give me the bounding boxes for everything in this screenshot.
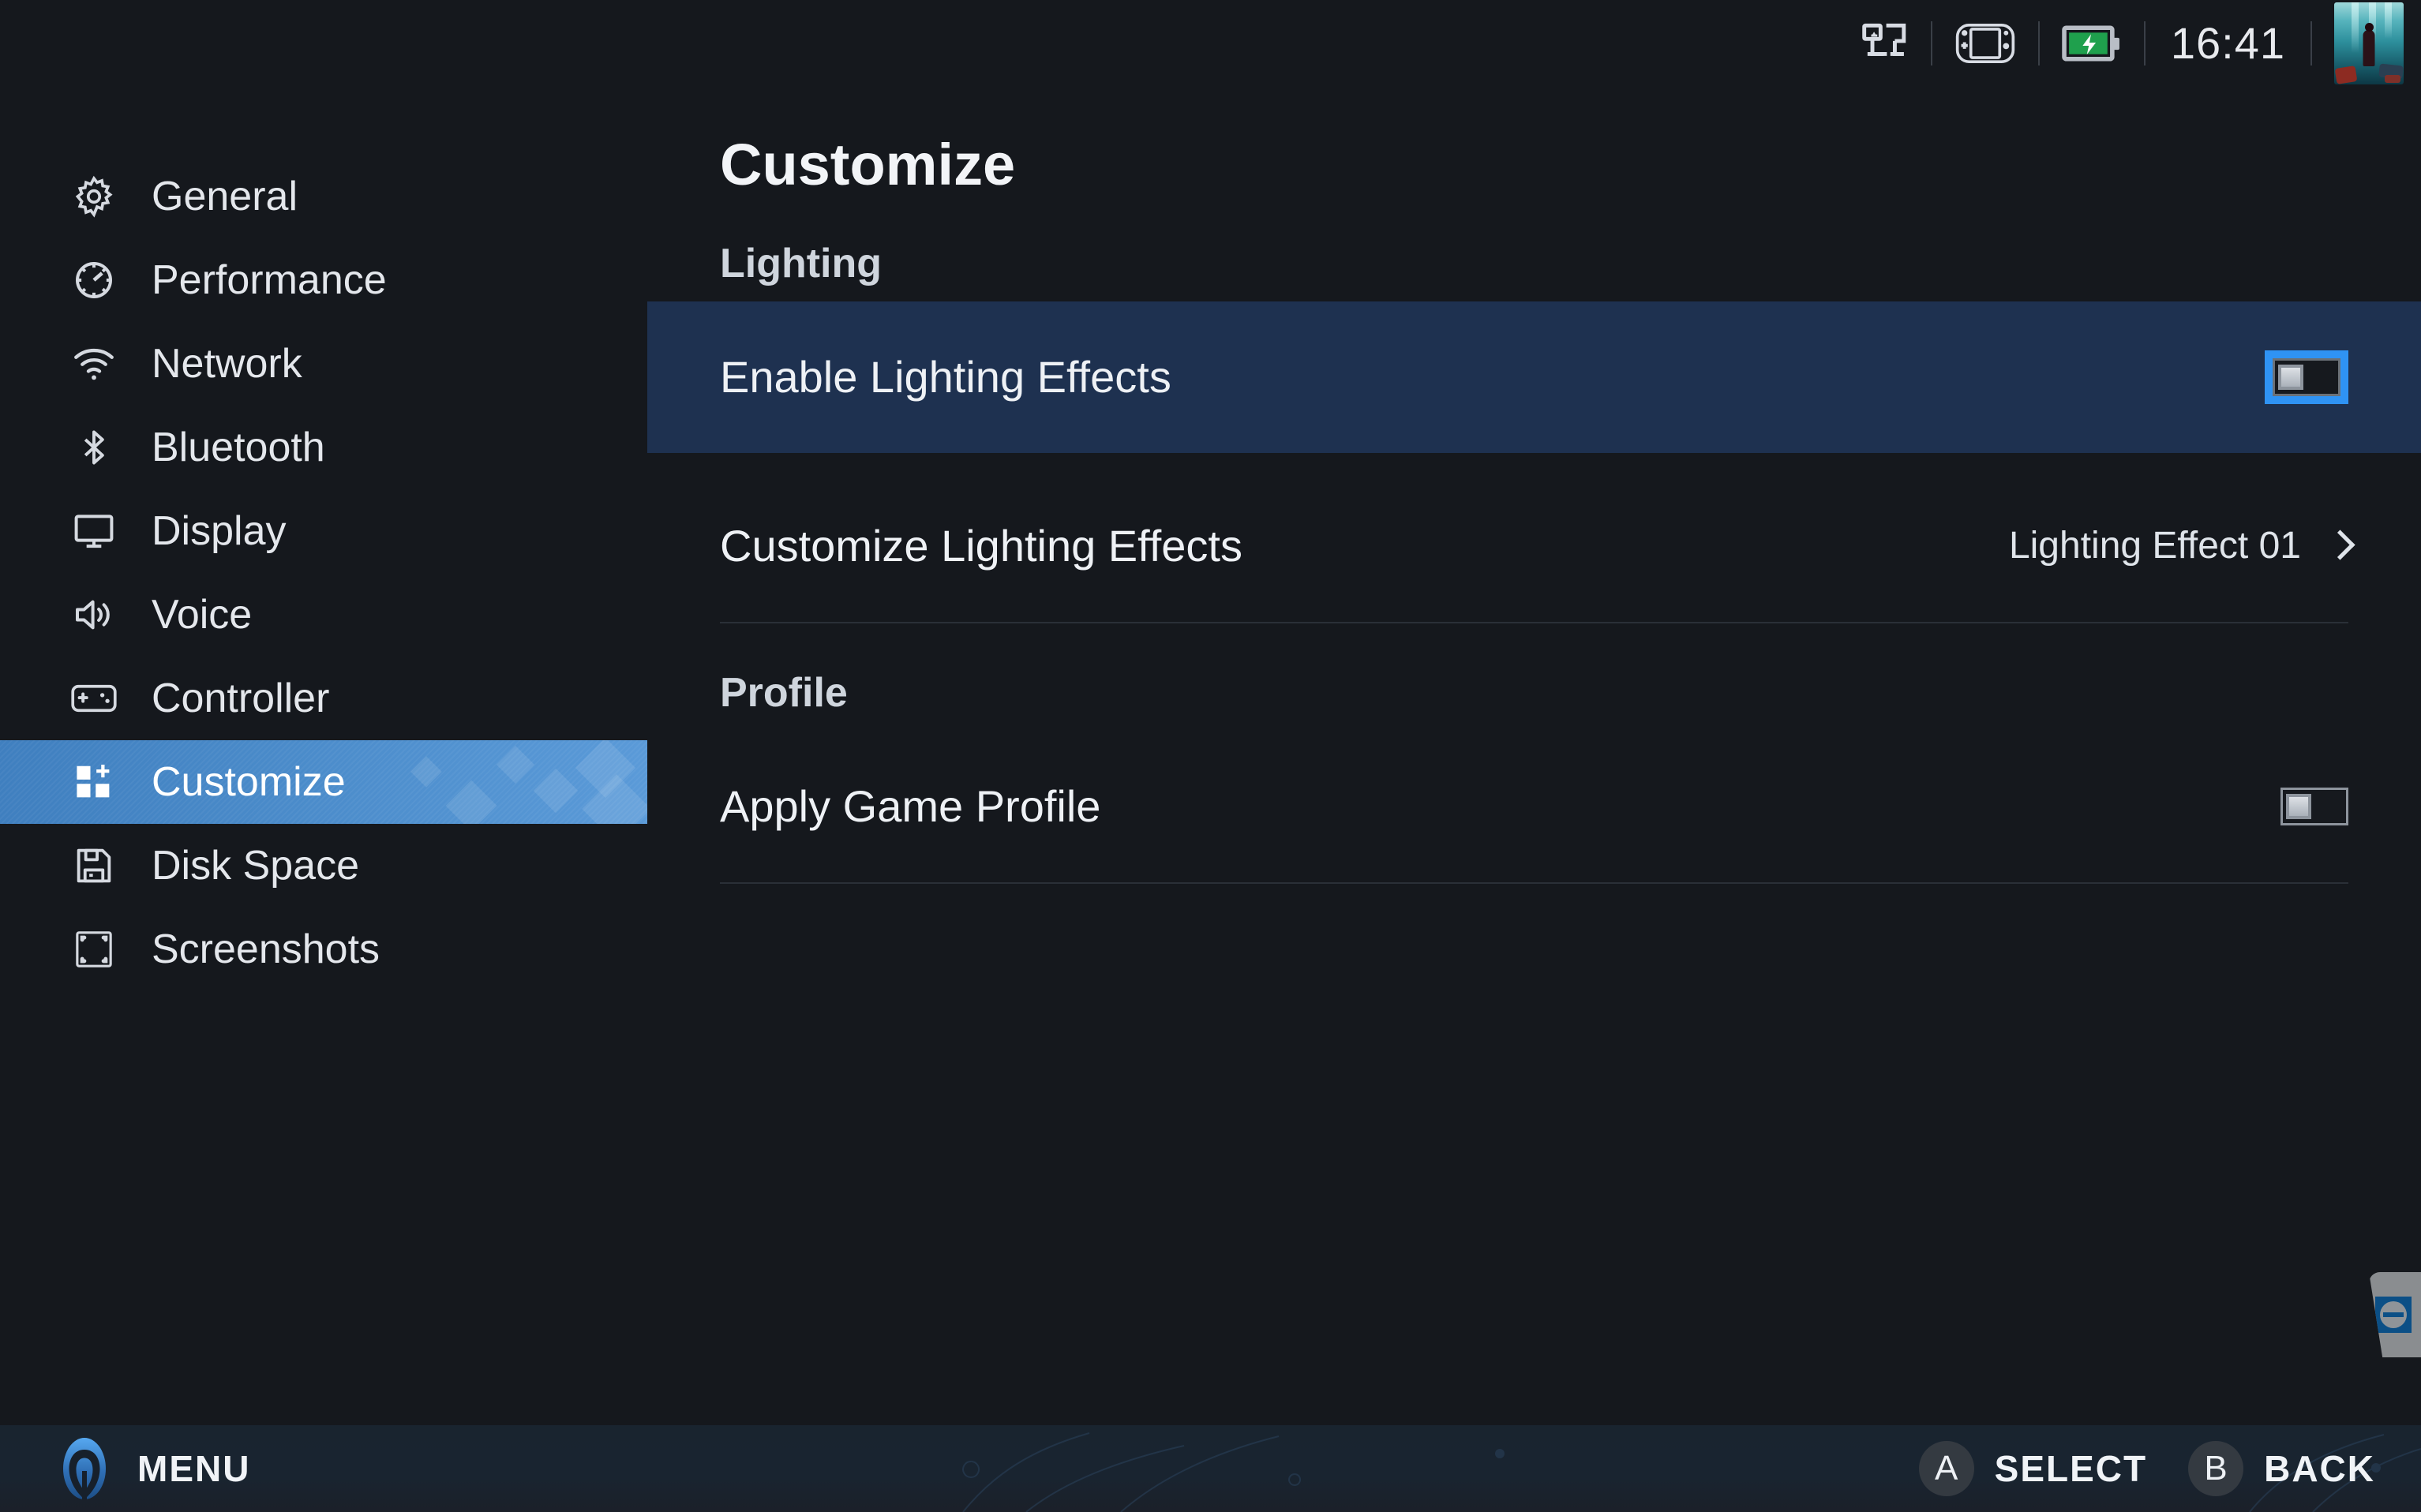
sidebar-item-label: Display	[152, 508, 287, 554]
status-separator-3	[2143, 21, 2146, 65]
status-separator-4	[2310, 21, 2312, 65]
sidebar-item-voice[interactable]: Voice	[0, 573, 647, 657]
menu-button[interactable]: MENU	[0, 1435, 250, 1502]
handheld-device-icon	[1954, 19, 2016, 68]
button-hints: A SELECT B BACK	[1918, 1441, 2421, 1496]
sidebar-item-label: Network	[152, 341, 302, 387]
sidebar-item-customize[interactable]: Customize	[0, 740, 647, 824]
legion-space-settings-screen: 16:41 General Performance Network Blueto…	[0, 0, 2421, 1512]
row-value: Lighting Effect 01	[2008, 525, 2301, 567]
row-apply-game-profile[interactable]: Apply Game Profile	[647, 731, 2421, 882]
sidebar-item-label: Screenshots	[152, 926, 380, 972]
hint-label: SELECT	[1994, 1448, 2148, 1489]
sidebar: General Performance Network Bluetooth Di…	[0, 0, 647, 1425]
sidebar-item-label: Bluetooth	[152, 425, 325, 470]
sidebar-item-performance[interactable]: Performance	[0, 238, 647, 322]
sidebar-item-general[interactable]: General	[0, 155, 647, 238]
teamviewer-arrows-icon	[2375, 1297, 2412, 1333]
row-control: Lighting Effect 01	[2009, 527, 2348, 565]
hint-select[interactable]: A SELECT	[1918, 1441, 2148, 1496]
clock: 16:41	[2170, 18, 2285, 68]
b-button-icon: B	[2188, 1441, 2244, 1496]
gamepad-icon	[69, 674, 118, 723]
toggle-track	[2273, 358, 2340, 396]
sidebar-item-screenshots[interactable]: Screenshots	[0, 908, 647, 991]
section-heading-lighting: Lighting	[720, 241, 883, 286]
customize-icon	[69, 758, 118, 807]
page-title: Customize	[720, 132, 1016, 197]
wifi-icon	[69, 339, 118, 388]
sidebar-item-display[interactable]: Display	[0, 489, 647, 573]
gauge-icon	[69, 256, 118, 305]
hint-back[interactable]: B BACK	[2188, 1441, 2375, 1496]
status-bar: 16:41	[647, 0, 2421, 87]
section-heading-profile: Profile	[720, 670, 848, 716]
row-customize-lighting-effects[interactable]: Customize Lighting Effects Lighting Effe…	[647, 470, 2421, 622]
battery-charging-icon	[2062, 21, 2122, 66]
row-divider	[720, 882, 2348, 884]
legion-logo	[63, 1438, 106, 1499]
floppy-disk-icon	[69, 841, 118, 890]
toggle-knob	[2286, 794, 2311, 819]
sidebar-item-label: Voice	[152, 592, 253, 638]
enable-lighting-effects-toggle[interactable]	[2265, 350, 2348, 404]
row-label: Enable Lighting Effects	[720, 352, 1171, 402]
row-control	[2280, 788, 2348, 825]
gear-icon	[69, 172, 118, 221]
hint-label: BACK	[2264, 1448, 2375, 1489]
status-separator-1	[1930, 21, 1932, 65]
content-panel: Customize Lighting Enable Lighting Effec…	[647, 87, 2421, 1425]
sidebar-item-label: General	[152, 174, 298, 219]
game-thumbnail[interactable]	[2334, 2, 2404, 84]
row-control	[2265, 350, 2348, 404]
sidebar-item-label: Performance	[152, 257, 387, 303]
sidebar-item-bluetooth[interactable]: Bluetooth	[0, 406, 647, 489]
menu-label: MENU	[137, 1448, 251, 1489]
sidebar-item-disk-space[interactable]: Disk Space	[0, 824, 647, 908]
row-label: Apply Game Profile	[720, 781, 1101, 831]
sidebar-item-label: Controller	[152, 676, 330, 721]
sidebar-item-label: Customize	[152, 759, 346, 805]
bottom-action-bar: MENU A SELECT B BACK	[0, 1425, 2421, 1512]
row-label: Customize Lighting Effects	[720, 521, 1242, 571]
toggle-knob	[2278, 365, 2303, 390]
sidebar-item-network[interactable]: Network	[0, 322, 647, 406]
a-button-icon: A	[1918, 1441, 1974, 1496]
row-enable-lighting-effects[interactable]: Enable Lighting Effects	[647, 301, 2421, 453]
network-ethernet-icon	[1860, 19, 1909, 68]
sidebar-item-label: Disk Space	[152, 843, 359, 889]
sidebar-item-controller[interactable]: Controller	[0, 657, 647, 740]
status-separator-2	[2037, 21, 2040, 65]
bluetooth-icon	[69, 423, 118, 472]
selection-pattern	[387, 740, 647, 824]
chevron-right-icon[interactable]	[2328, 529, 2348, 563]
toggle-track	[2280, 788, 2348, 825]
apply-game-profile-toggle[interactable]	[2280, 788, 2348, 825]
screenshot-icon	[69, 925, 118, 974]
speaker-icon	[69, 590, 118, 639]
monitor-icon	[69, 507, 118, 556]
